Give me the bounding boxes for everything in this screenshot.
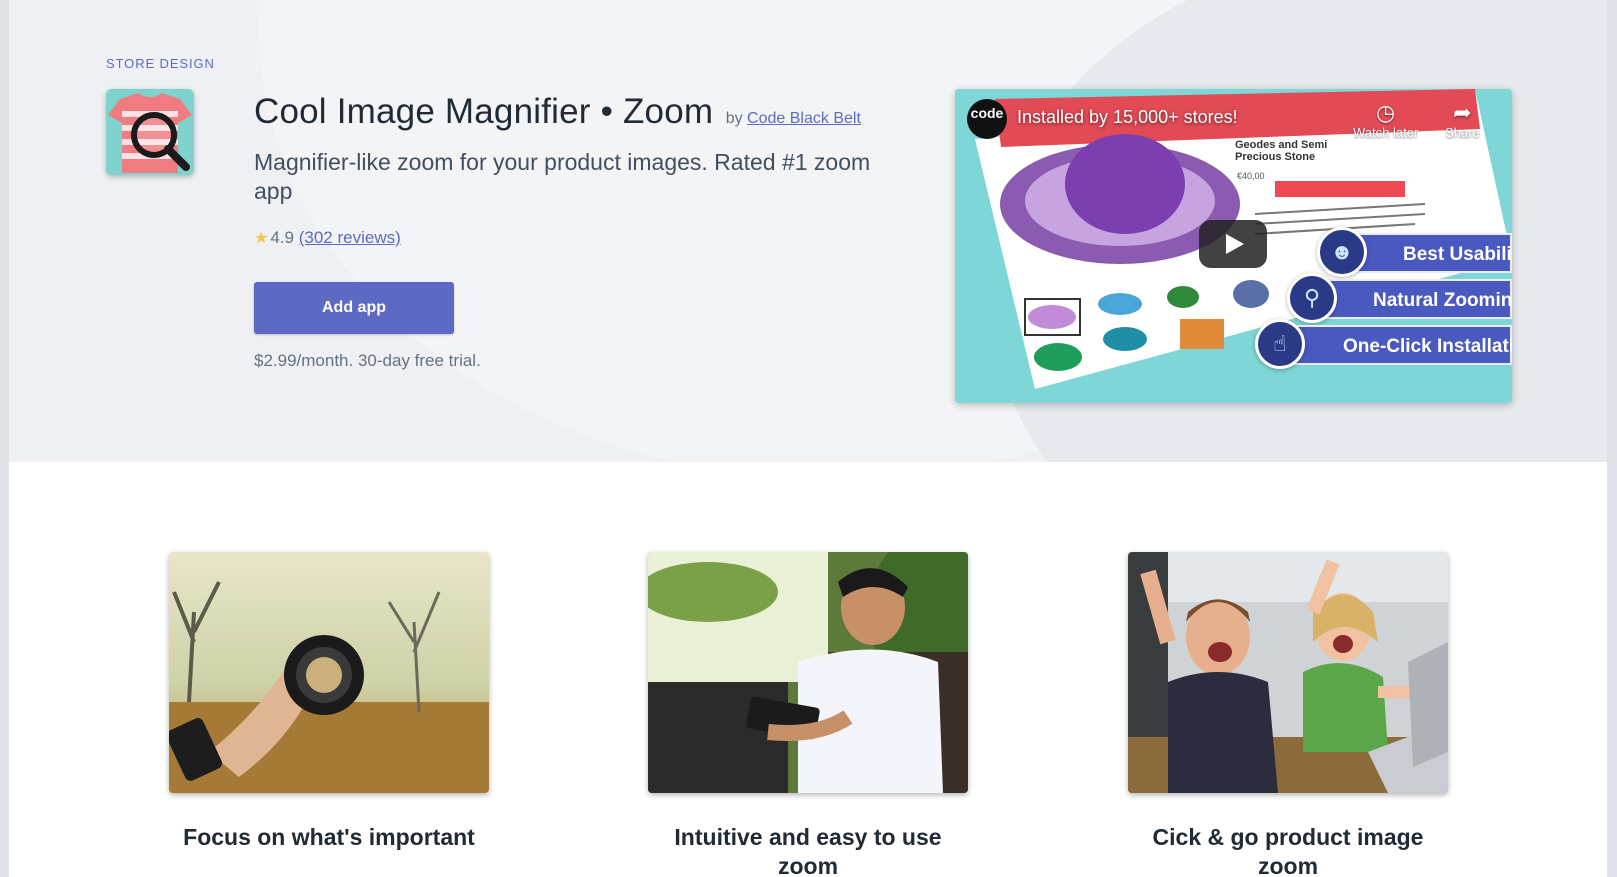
left-edge [0,0,9,877]
magnifier-shirt-icon [106,89,194,175]
excited-kids-photo [1128,552,1448,793]
pricing-text: $2.99/month. 30-day free trial. [254,351,481,370]
star-icon: ★ [254,230,269,247]
add-app-button[interactable]: Add app [254,282,454,334]
click-icon: ☝ [1255,319,1305,369]
clock-icon: ◷ [1376,100,1396,125]
video-product-title: Geodes and Semi Precious Stone [1235,139,1328,163]
author-link[interactable]: Code Black Belt [747,110,861,127]
feature-card: Focus on what's important [169,552,489,852]
share-label: Share [1445,125,1480,140]
app-icon [106,89,194,175]
share-icon: ➦ [1453,100,1472,125]
feature-title: Intuitive and easy to use zoom [674,824,942,877]
rating: ★ 4.9 (302 reviews) [254,228,401,248]
badge-label: Best Usability [1403,244,1512,265]
feature-image-lens [169,552,489,793]
watch-later-label: Watch later [1353,125,1419,140]
badge-label: One-Click Installation [1343,336,1512,357]
camera-lens-photo [169,552,489,793]
watch-later-button[interactable]: ◷ Watch later [1353,100,1419,141]
scrollbar-track[interactable] [1607,0,1617,877]
app-listing-page: STORE DESIGN Cool Image Magnifier • Zoom… [0,0,1617,877]
share-button[interactable]: ➦ Share [1445,100,1480,141]
badge-natural-zooming: Natural Zooming [1317,279,1512,319]
by-label: by [725,110,743,127]
badge-label: Natural Zooming [1373,290,1512,311]
badge-one-click-installation: One-Click Installation [1287,325,1512,365]
feature-title: Focus on what's important [183,824,475,850]
rating-value: 4.9 [270,228,294,247]
app-title-row: Cool Image Magnifier • Zoom by Code Blac… [254,92,861,132]
feature-card: Cick & go product image zoom [1128,552,1448,877]
reviews-link[interactable]: (302 reviews) [299,228,401,247]
channel-logo[interactable]: code [967,99,1007,139]
features-section: Focus on what's important Intuitive and … [9,462,1607,877]
video-product-price: €40,00 [1237,171,1265,181]
video-title[interactable]: Installed by 15,000+ stores! [1017,107,1238,128]
feature-image-tablet [648,552,968,793]
magnifier-icon: ⚲ [1287,273,1337,323]
badge-best-usability: Best Usability [1347,233,1512,273]
video-player[interactable]: code Installed by 15,000+ stores! ◷ Watc… [955,89,1512,403]
man-with-tablet-photo [648,552,968,793]
feature-title: Cick & go product image zoom [1152,824,1424,877]
user-icon: ☻ [1317,227,1367,277]
play-button[interactable] [1199,220,1267,268]
feature-card: Intuitive and easy to use zoom [648,552,968,877]
feature-image-kids [1128,552,1448,793]
app-title: Cool Image Magnifier • Zoom [254,92,714,131]
app-tagline: Magnifier-like zoom for your product ima… [254,149,871,204]
app-category[interactable]: STORE DESIGN [106,56,215,71]
